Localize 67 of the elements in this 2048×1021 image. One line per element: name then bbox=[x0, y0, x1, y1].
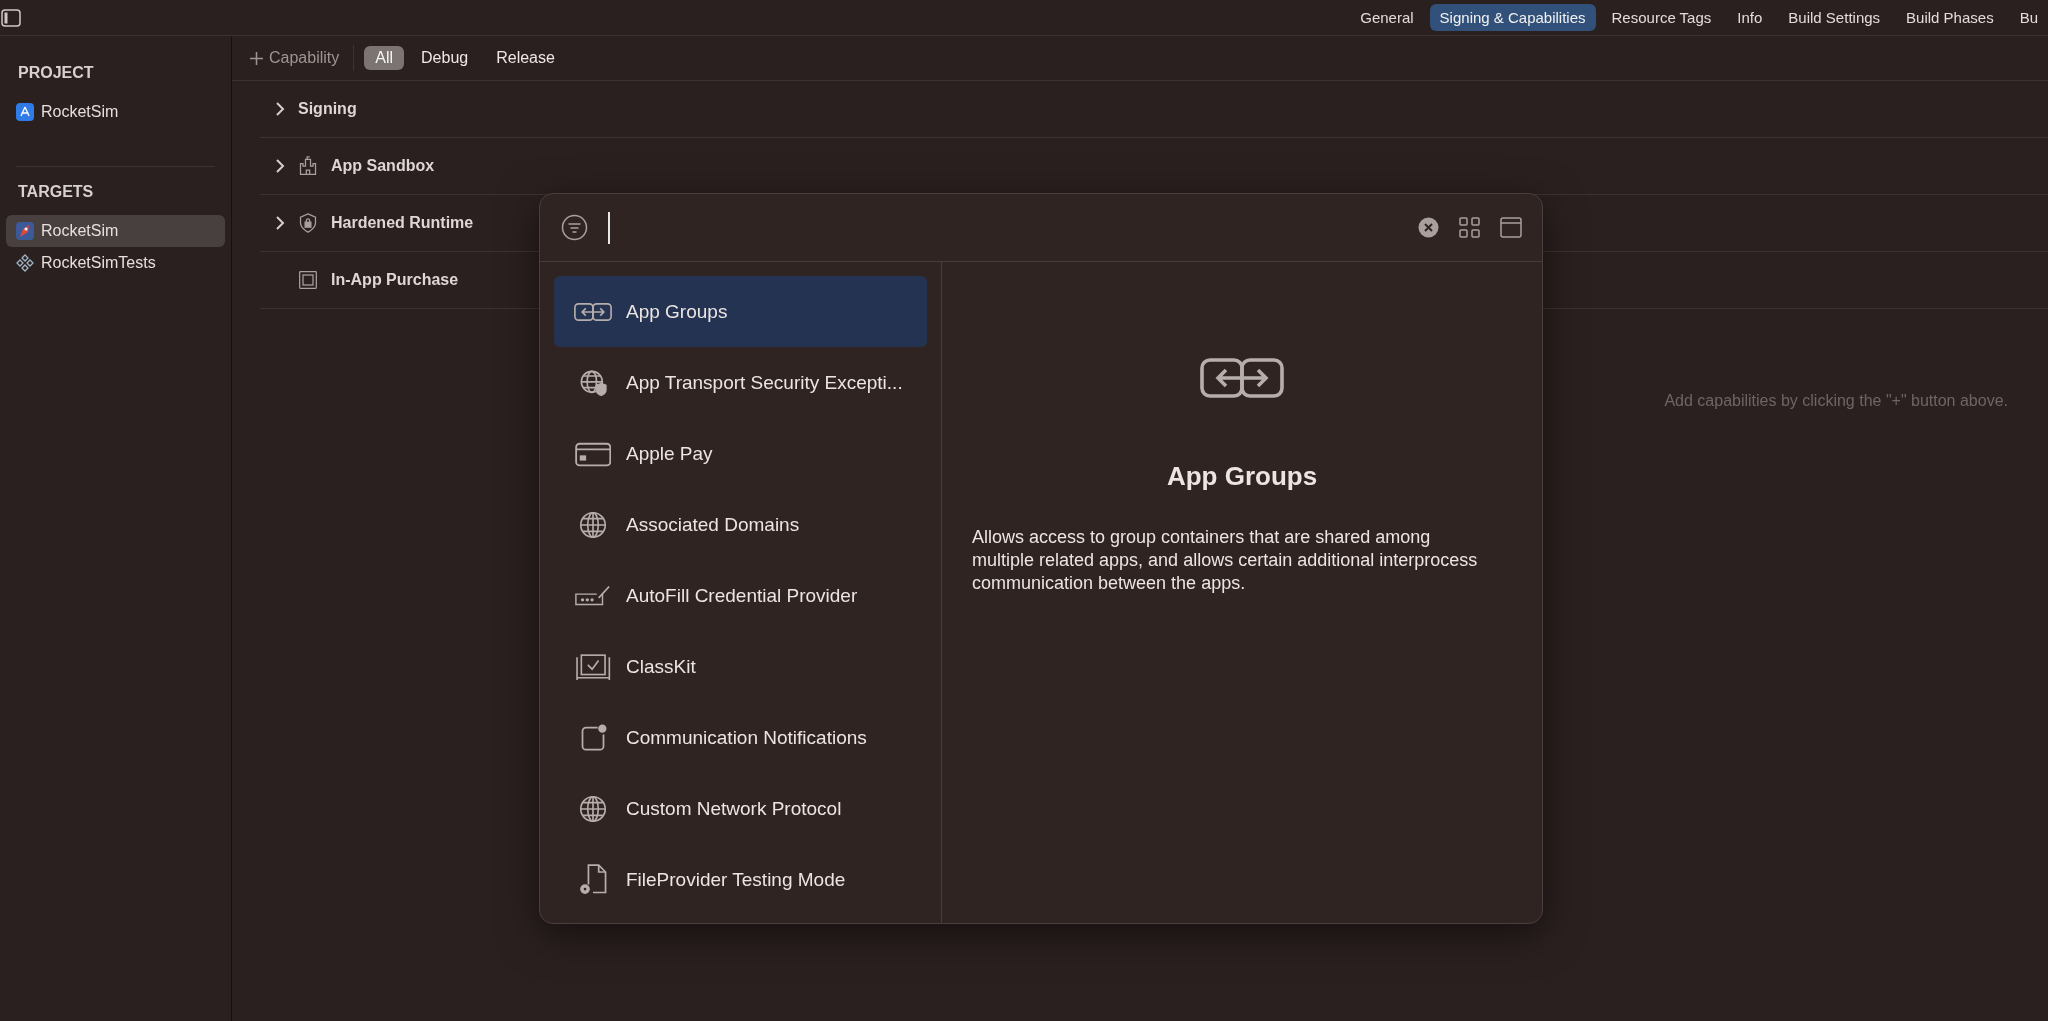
sidebar-item-label: RocketSim bbox=[41, 103, 119, 121]
capability-row[interactable]: Signing bbox=[260, 81, 2048, 138]
configuration-filter[interactable]: All bbox=[364, 46, 405, 70]
capability-list-item[interactable]: App Transport Security Excepti... bbox=[554, 347, 927, 418]
capability-title: In-App Purchase bbox=[331, 271, 459, 289]
sidebar-item[interactable]: RocketSim bbox=[6, 215, 225, 247]
editor-tab[interactable]: Bu bbox=[2009, 4, 2048, 31]
shield-lock-icon bbox=[298, 213, 318, 233]
window-view-icon[interactable] bbox=[1500, 217, 1522, 238]
capability-label: ClassKit bbox=[626, 655, 696, 678]
capability-list-item[interactable]: FileProvider Testing Mode bbox=[554, 844, 927, 915]
capability-detail-title: App Groups bbox=[1166, 461, 1318, 492]
empty-hint: Add capabilities by clicking the "+" button above. bbox=[1664, 392, 2008, 410]
sidebar-item-label: RocketSimTests bbox=[41, 254, 156, 272]
add-capability-button[interactable]: Capability bbox=[246, 45, 344, 71]
diamond-cluster-icon bbox=[16, 254, 34, 272]
filter-icon[interactable] bbox=[561, 214, 588, 241]
clear-icon[interactable] bbox=[1418, 217, 1439, 238]
capability-label: Associated Domains bbox=[626, 513, 800, 536]
document-gear-icon bbox=[579, 864, 607, 895]
editor-tab[interactable]: Build Phases bbox=[1896, 4, 2004, 31]
capability-title: Hardened Runtime bbox=[331, 214, 474, 232]
capability-label: Custom Network Protocol bbox=[626, 797, 842, 820]
editor-tab[interactable]: Build Settings bbox=[1778, 4, 1891, 31]
capability-list-item[interactable]: Associated Domains bbox=[554, 489, 927, 560]
checkbox-screen-icon bbox=[574, 652, 612, 681]
globe-icon bbox=[579, 510, 607, 539]
section-heading: PROJECT bbox=[17, 63, 95, 83]
section-heading: TARGETS bbox=[17, 182, 95, 202]
configuration-filter[interactable]: Debug bbox=[410, 46, 480, 70]
capability-label: FileProvider Testing Mode bbox=[626, 868, 846, 891]
capability-label: Apple Pay bbox=[626, 442, 713, 465]
globe-shield-icon bbox=[579, 368, 607, 397]
capability-list-item[interactable]: App Groups bbox=[554, 276, 927, 347]
capability-list-item[interactable]: Communication Notifications bbox=[554, 702, 927, 773]
capability-list-item[interactable]: Apple Pay bbox=[554, 418, 927, 489]
sidebar-item[interactable]: RocketSimTests bbox=[6, 247, 225, 279]
capability-label: Communication Notifications bbox=[626, 726, 867, 749]
chevron-right-icon[interactable] bbox=[275, 159, 285, 173]
square-icon bbox=[298, 270, 318, 290]
chevron-right-icon[interactable] bbox=[275, 216, 285, 230]
castle-icon bbox=[298, 156, 318, 176]
chevron-right-icon[interactable] bbox=[275, 102, 285, 116]
editor-tab[interactable]: Signing & Capabilities bbox=[1429, 4, 1596, 31]
editor-tab[interactable]: Info bbox=[1727, 4, 1773, 31]
globe-icon bbox=[579, 794, 607, 823]
capability-title: App Sandbox bbox=[331, 157, 435, 175]
sidebar-toggle-icon[interactable] bbox=[1, 8, 21, 27]
capability-label: App Groups bbox=[626, 300, 728, 323]
editor-tab[interactable]: General bbox=[1350, 4, 1424, 31]
capability-list-item[interactable]: AutoFill Credential Provider bbox=[554, 560, 927, 631]
plus-icon bbox=[250, 51, 263, 65]
capability-label: App Transport Security Excepti... bbox=[626, 371, 903, 394]
capability-title: Signing bbox=[298, 100, 357, 118]
editor-tab[interactable]: Resource Tags bbox=[1601, 4, 1722, 31]
sidebar-item-label: RocketSim bbox=[41, 222, 119, 240]
grid-view-icon[interactable] bbox=[1459, 217, 1480, 238]
capability-label: AutoFill Credential Provider bbox=[626, 584, 858, 607]
sidebar-item[interactable]: RocketSim bbox=[6, 96, 225, 128]
capability-description: Allows access to group containers that are shared among multiple related apps, and allows certain additional interprocess communication between the apps. bbox=[972, 526, 1479, 595]
notification-square-icon bbox=[579, 723, 607, 752]
capability-list-item[interactable]: ClassKit bbox=[554, 631, 927, 702]
app-blueprint-icon bbox=[16, 103, 34, 121]
capability-list-item[interactable]: Custom Network Protocol bbox=[554, 773, 927, 844]
rocket-app-icon bbox=[16, 222, 34, 240]
configuration-filter[interactable]: Release bbox=[485, 46, 566, 70]
linked-arrows-icon bbox=[1200, 358, 1284, 398]
